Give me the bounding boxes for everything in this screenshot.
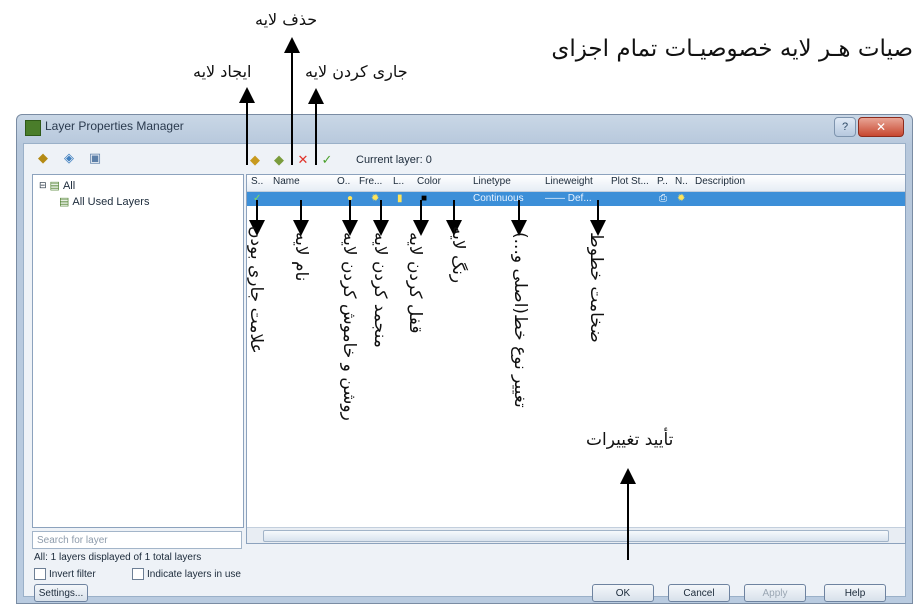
linetype-annotation: تغییر نوع خط(اصلی و...): [510, 232, 530, 408]
delete-layer-annotation: حذف لایه: [255, 10, 318, 29]
freeze-sun-icon[interactable]: ✹: [371, 193, 379, 204]
column-status[interactable]: S..: [251, 176, 263, 187]
set-current-annotation: جاری کردن لایه: [305, 62, 408, 81]
column-new-vp[interactable]: N..: [675, 176, 688, 187]
window-client-area: ◆ ◈ ▣ ◆ ◆ ✕ ✓ Current layer: 0 ⊟ ▤ All ▤…: [23, 143, 906, 602]
new-layer-icon[interactable]: ◆: [246, 152, 264, 168]
tree-root[interactable]: ⊟ ▤ All: [39, 179, 76, 193]
current-mark-annotation: علامت جاری بودن: [246, 226, 266, 354]
column-plot-style[interactable]: Plot St...: [611, 176, 649, 187]
layer-toolbar: ◆ ◆ ✕ ✓ Current layer: 0: [246, 150, 432, 170]
scroll-thumb[interactable]: [263, 530, 889, 542]
search-input[interactable]: Search for layer: [32, 531, 242, 549]
title-bar: Layer Properties Manager ? ✕: [17, 115, 912, 141]
lineweight-annotation: ضخامت خطوط: [586, 232, 606, 343]
close-button[interactable]: ✕: [858, 117, 904, 137]
collapse-icon[interactable]: ⊟: [39, 180, 47, 191]
lineweight-value[interactable]: —— Def...: [545, 193, 592, 204]
filter-icon: ▤: [59, 196, 70, 208]
settings-button[interactable]: Settings...: [34, 584, 88, 602]
window-title: Layer Properties Manager: [45, 119, 184, 133]
delete-layer-icon[interactable]: ✕: [294, 152, 312, 168]
column-color[interactable]: Color: [417, 176, 441, 187]
table-row[interactable]: ✓ ● ✹ ▮ ■ Continuous —— Def... ⎙ ✹: [247, 192, 905, 206]
filter-icon: ▤: [49, 180, 60, 192]
help-button[interactable]: Help: [824, 584, 886, 602]
tree-item-all-used[interactable]: ▤ All Used Layers: [59, 195, 150, 209]
new-layer-vp-frozen-icon[interactable]: ◆: [270, 152, 288, 168]
grid-header: S.. Name O.. Fre... L.. Color Linetype L…: [247, 175, 905, 192]
tree-item-label: All Used Layers: [72, 195, 150, 208]
column-plot[interactable]: P..: [657, 176, 668, 187]
on-off-annotation: روشن و خاموش کردن لایه: [339, 232, 359, 421]
apply-changes-annotation: تأیید تغییرات: [586, 430, 674, 450]
column-freeze[interactable]: Fre...: [359, 176, 382, 187]
horizontal-scrollbar[interactable]: [247, 527, 905, 543]
color-swatch[interactable]: ■: [421, 193, 427, 204]
tree-root-label: All: [62, 179, 76, 192]
help-icon[interactable]: ?: [834, 117, 856, 137]
checkbox-label: Invert filter: [49, 568, 96, 580]
checkbox-label: Indicate layers in use: [147, 568, 241, 580]
column-name[interactable]: Name: [273, 176, 300, 187]
current-status-icon: ✓: [253, 193, 262, 204]
layer-states-icon[interactable]: ▣: [86, 150, 104, 166]
app-icon: [25, 120, 41, 136]
current-layer-label: Current layer: 0: [356, 154, 432, 166]
plot-printer-icon[interactable]: ⎙: [659, 193, 667, 204]
new-vp-freeze-icon[interactable]: ✹: [677, 193, 685, 204]
filter-toolbar: ◆ ◈ ▣: [34, 150, 104, 170]
new-layer-annotation: ایجاد لایه: [193, 62, 252, 81]
color-annotation: رنگ لایه: [448, 226, 468, 284]
column-lock[interactable]: L..: [393, 176, 404, 187]
filter-tree: ⊟ ▤ All ▤ All Used Layers: [32, 174, 244, 528]
ok-button[interactable]: OK: [592, 584, 654, 602]
on-bulb-icon[interactable]: ●: [347, 193, 353, 204]
apply-button[interactable]: Apply: [744, 584, 806, 602]
cancel-button[interactable]: Cancel: [668, 584, 730, 602]
invert-filter-checkbox[interactable]: Invert filter: [34, 568, 96, 580]
set-current-icon[interactable]: ✓: [318, 152, 336, 168]
column-on[interactable]: O..: [337, 176, 350, 187]
new-group-filter-icon[interactable]: ◈: [60, 150, 78, 166]
layer-name-annotation: نام لایه: [291, 232, 311, 282]
checkbox-box[interactable]: [34, 568, 46, 580]
status-text: All: 1 layers displayed of 1 total layer…: [34, 552, 202, 563]
indicate-layers-checkbox[interactable]: Indicate layers in use: [132, 568, 241, 580]
page-heading: صیات هـر لایه خصوصیـات تمام اجزای: [551, 36, 913, 62]
layer-properties-window: Layer Properties Manager ? ✕ ◆ ◈ ▣ ◆ ◆ ✕…: [16, 114, 913, 604]
column-linetype[interactable]: Linetype: [473, 176, 511, 187]
column-description[interactable]: Description: [695, 176, 745, 187]
new-property-filter-icon[interactable]: ◆: [34, 150, 52, 166]
linetype-value[interactable]: Continuous: [473, 193, 524, 204]
lock-annotation: قفل کردن لایه: [405, 232, 425, 334]
freeze-annotation: منجمد کردن لایه: [370, 232, 390, 348]
column-lineweight[interactable]: Lineweight: [545, 176, 593, 187]
checkbox-box[interactable]: [132, 568, 144, 580]
lock-icon[interactable]: ▮: [397, 193, 403, 204]
